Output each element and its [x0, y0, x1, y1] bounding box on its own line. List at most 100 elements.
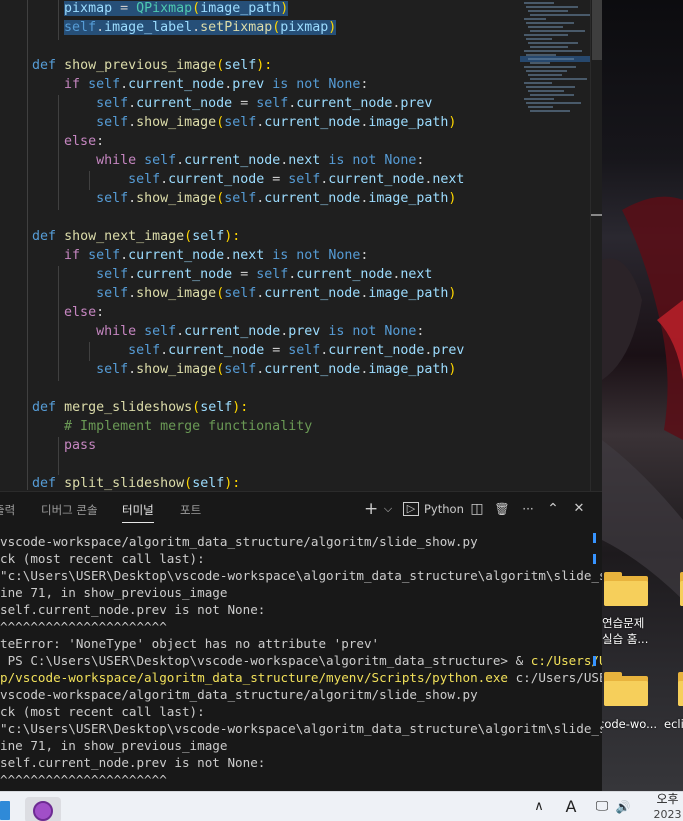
- minimap[interactable]: [520, 0, 590, 491]
- scrollbar-thumb[interactable]: [592, 0, 602, 60]
- minimap-line: [528, 90, 564, 92]
- code-line[interactable]: else:: [0, 132, 104, 151]
- code-token: (: [216, 286, 225, 301]
- code-token: next: [400, 267, 433, 282]
- code-line[interactable]: def show_previous_image(self):: [0, 56, 272, 75]
- maximize-panel-icon[interactable]: ⌃: [546, 500, 560, 518]
- terminal-line: self.current_node.prev is not None:: [0, 601, 265, 618]
- code-line[interactable]: pass: [0, 436, 96, 455]
- terminal-text: vscode-workspace/algoritm_data_structure…: [0, 687, 478, 702]
- code-line[interactable]: def split_slideshow(self):: [0, 474, 240, 491]
- minimap-line: [526, 54, 556, 56]
- app-taskbar-icon[interactable]: [25, 797, 61, 821]
- more-actions-icon[interactable]: ···: [519, 500, 537, 518]
- desktop-icon-label[interactable]: code-wo...: [602, 716, 657, 732]
- editor-scrollbar[interactable]: [590, 0, 603, 491]
- folder-icon[interactable]: [604, 572, 648, 606]
- code-line[interactable]: self.show_image(self.current_node.image_…: [0, 284, 456, 303]
- code-token: ): [448, 191, 457, 206]
- speaker-icon[interactable]: 🔊: [613, 792, 633, 821]
- clock-date[interactable]: 2023: [652, 800, 683, 821]
- folder-icon[interactable]: [678, 672, 683, 706]
- trash-icon[interactable]: 🗑: [494, 500, 510, 518]
- tab-debug-console[interactable]: 디버그 콘솔: [41, 502, 98, 517]
- new-terminal-button[interactable]: +: [364, 500, 378, 518]
- network-icon[interactable]: 🖵: [592, 792, 612, 821]
- desktop-icon-label[interactable]: 연습문제: [602, 615, 644, 631]
- code-token: setPixmap: [200, 20, 273, 35]
- code-line[interactable]: self.show_image(self.current_node.image_…: [0, 113, 456, 132]
- minimap-line: [524, 18, 546, 20]
- code-line[interactable]: self.current_node = self.current_node.pr…: [0, 341, 464, 360]
- code-token: current_node: [264, 115, 361, 130]
- desktop-icon-label[interactable]: ecli: [664, 716, 683, 732]
- code-line[interactable]: if self.current_node.next is not None:: [0, 246, 368, 265]
- code-token: (: [184, 476, 193, 491]
- code-line[interactable]: self.current_node = self.current_node.ne…: [0, 170, 464, 189]
- terminal-text: self.current_node.prev is not None:: [0, 755, 266, 770]
- code-token: is not: [272, 77, 321, 92]
- ime-indicator[interactable]: A: [560, 792, 582, 821]
- code-line[interactable]: self.show_image(self.current_node.image_…: [0, 189, 456, 208]
- vscode-taskbar-icon[interactable]: [0, 801, 10, 820]
- minimap-line: [524, 34, 568, 36]
- code-line[interactable]: self.show_image(self.current_node.image_…: [0, 360, 456, 379]
- code-line[interactable]: self.current_node = self.current_node.ne…: [0, 265, 432, 284]
- code-token: self: [224, 115, 257, 130]
- chevron-down-icon[interactable]: ⌵: [382, 500, 394, 518]
- code-line[interactable]: while self.current_node.next is not None…: [0, 151, 424, 170]
- code-token: :: [360, 248, 369, 263]
- code-token: image_path: [368, 286, 449, 301]
- terminal-command-marker: [593, 554, 596, 564]
- code-token: # Implement merge functionality: [64, 419, 313, 434]
- code-line[interactable]: self.current_node = self.current_node.pr…: [0, 94, 432, 113]
- code-token: while: [96, 153, 137, 168]
- code-token: None: [384, 324, 417, 339]
- code-line[interactable]: else:: [0, 303, 104, 322]
- show-hidden-icons-button[interactable]: ∧: [528, 792, 550, 821]
- code-token: self: [256, 96, 289, 111]
- terminal-name[interactable]: Python: [424, 500, 464, 518]
- terminal-command-marker: [593, 656, 596, 666]
- terminal-text: "c:\Users\USER\Desktop\vscode-workspace\…: [0, 721, 602, 736]
- code-token: (: [216, 58, 225, 73]
- desktop-icon-label[interactable]: 실습 홈...: [602, 631, 648, 647]
- code-token: def: [32, 58, 57, 73]
- folder-icon[interactable]: [604, 672, 648, 706]
- minimap-line: [526, 102, 581, 104]
- bottom-panel: 출력 디버그 콘솔 터미널 포트 + ⌵ ▷ Python ◫ 🗑 ··· ⌃ …: [0, 491, 602, 791]
- code-token: .: [128, 286, 137, 301]
- minimap-line: [526, 86, 575, 88]
- code-token: self: [128, 172, 161, 187]
- terminal-line: vscode-workspace/algoritm_data_structure…: [0, 686, 478, 703]
- code-line[interactable]: while self.current_node.prev is not None…: [0, 322, 424, 341]
- terminal-output[interactable]: vscode-workspace/algoritm_data_structure…: [0, 533, 602, 791]
- terminal-text: ^^^^^^^^^^^^^^^^^^^^^^: [0, 619, 167, 634]
- code-token: merge_slideshows: [64, 400, 193, 415]
- split-terminal-icon[interactable]: ◫: [469, 500, 485, 518]
- code-line[interactable]: pixmap = QPixmap(image_path): [0, 0, 289, 18]
- code-line[interactable]: self.image_label.setPixmap(pixmap): [0, 18, 337, 37]
- code-token: show_image: [136, 115, 217, 130]
- code-editor[interactable]: pixmap = QPixmap(image_path) self.image_…: [0, 0, 520, 491]
- tab-ports[interactable]: 포트: [180, 502, 201, 517]
- code-token: self: [128, 343, 161, 358]
- tab-terminal[interactable]: 터미널: [122, 502, 154, 523]
- code-line[interactable]: def show_next_image(self):: [0, 227, 240, 246]
- close-panel-icon[interactable]: ✕: [572, 500, 586, 518]
- code-line[interactable]: def merge_slideshows(self):: [0, 398, 248, 417]
- code-line[interactable]: if self.current_node.prev is not None:: [0, 75, 368, 94]
- tab-output[interactable]: 출력: [0, 502, 15, 517]
- code-line[interactable]: # Implement merge functionality: [0, 417, 312, 436]
- code-token: show_previous_image: [64, 58, 217, 73]
- minimap-line: [530, 78, 587, 80]
- code-token: self: [288, 343, 321, 358]
- minimap-line: [526, 22, 574, 24]
- code-token: ): [448, 115, 457, 130]
